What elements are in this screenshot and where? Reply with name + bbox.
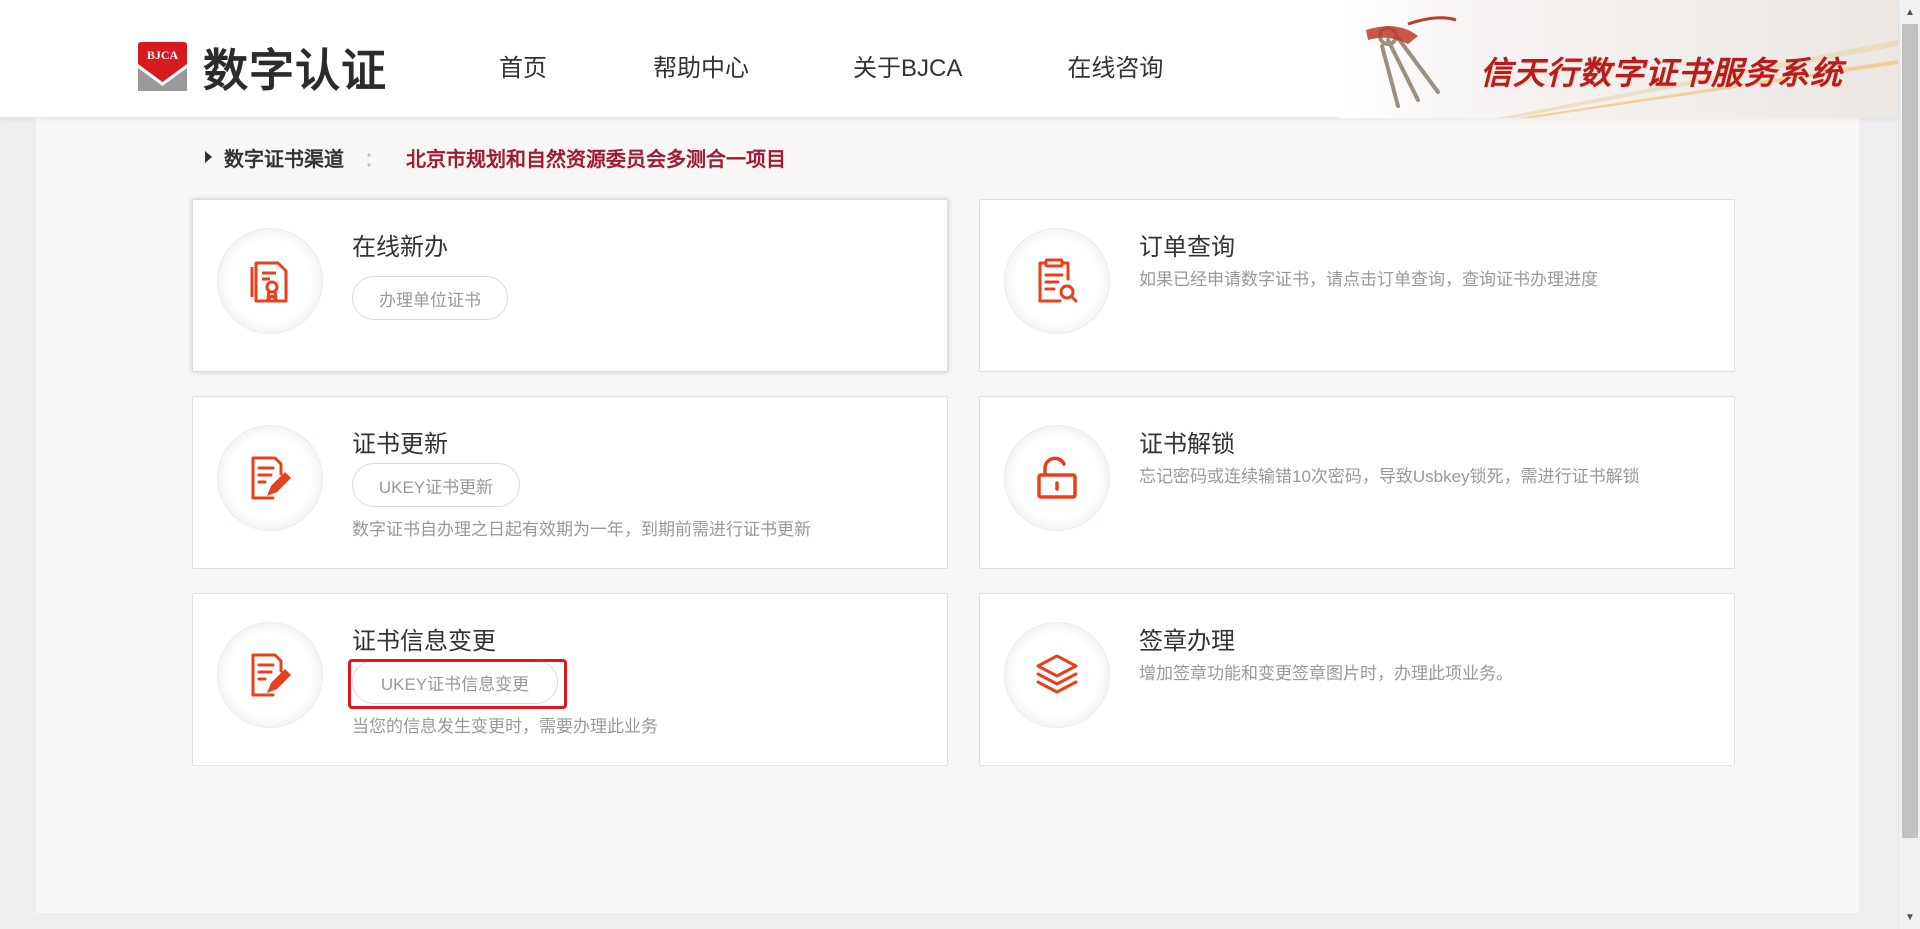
channel-label: 数字证书渠道 — [224, 148, 344, 171]
banner-title: 信天行数字证书服务系统 — [1480, 55, 1844, 91]
card-seal-handling[interactable]: 签章办理 增加签章功能和变更签章图片时，办理此项业务。 — [979, 593, 1735, 766]
card-title: 证书信息变更 — [352, 628, 496, 655]
card-title: 证书解锁 — [1139, 431, 1235, 458]
caret-right-icon — [205, 151, 212, 163]
card-online-new[interactable]: 在线新办 办理单位证书 — [192, 199, 948, 372]
channel-separator: ： — [364, 148, 384, 171]
ukey-renewal-button[interactable]: UKEY证书更新 — [352, 463, 520, 507]
header-banner: 信天行数字证书服务系统 — [1338, 0, 1898, 118]
edit-document-icon — [217, 425, 323, 531]
certificate-doc-icon — [217, 228, 323, 334]
card-title: 证书更新 — [352, 431, 448, 458]
certificate-channel: 数字证书渠道 ： 北京市规划和自然资源委员会多测合一项目 — [205, 146, 786, 171]
logo-text: 数字认证 — [203, 43, 388, 97]
layers-icon — [1004, 622, 1110, 728]
bjca-logo-badge: BJCA — [138, 41, 187, 91]
card-desc: 当您的信息发生变更时，需要办理此业务 — [352, 717, 658, 736]
card-desc: 增加签章功能和变更签章图片时，办理此项业务。 — [1139, 664, 1513, 683]
card-title: 订单查询 — [1139, 234, 1235, 261]
unlock-icon — [1004, 425, 1110, 531]
vertical-scrollbar[interactable]: ▲ ▼ — [1898, 0, 1920, 929]
edit-document-icon — [217, 622, 323, 728]
ukey-info-change-button[interactable]: UKEY证书信息变更 — [352, 660, 558, 704]
site-header: BJCA 数字认证 首页 帮助中心 关于BJCA 在线咨询 信天行数字证书服务系… — [0, 0, 1898, 118]
card-certificate-unlock[interactable]: 证书解锁 忘记密码或连续输错10次密码，导致Usbkey锁死，需进行证书解锁 — [979, 396, 1735, 569]
scroll-down-arrow-icon[interactable]: ▼ — [1899, 907, 1920, 927]
channel-value: 北京市规划和自然资源委员会多测合一项目 — [406, 148, 786, 171]
svg-text:BJCA: BJCA — [147, 48, 179, 62]
card-desc: 如果已经申请数字证书，请点击订单查询，查询证书办理进度 — [1139, 270, 1598, 289]
scrollbar-thumb[interactable] — [1902, 24, 1918, 838]
card-title: 签章办理 — [1139, 628, 1235, 655]
card-order-query[interactable]: 订单查询 如果已经申请数字证书，请点击订单查询，查询证书办理进度 — [979, 199, 1735, 372]
card-desc: 数字证书自办理之日起有效期为一年，到期前需进行证书更新 — [352, 520, 811, 539]
card-certificate-renewal[interactable]: 证书更新 UKEY证书更新 数字证书自办理之日起有效期为一年，到期前需进行证书更… — [192, 396, 948, 569]
scroll-up-arrow-icon[interactable]: ▲ — [1899, 2, 1920, 22]
logo[interactable]: BJCA 数字认证 — [138, 40, 387, 97]
nav-about-bjca[interactable]: 关于BJCA — [853, 48, 962, 83]
main-nav: 首页 帮助中心 关于BJCA 在线咨询 — [470, 48, 1163, 82]
card-certificate-info-change[interactable]: 证书信息变更 UKEY证书信息变更 当您的信息发生变更时，需要办理此业务 — [192, 593, 948, 766]
nav-home[interactable]: 首页 — [499, 48, 547, 83]
nav-help-center[interactable]: 帮助中心 — [653, 48, 749, 83]
card-desc: 忘记密码或连续输错10次密码，导致Usbkey锁死，需进行证书解锁 — [1139, 467, 1640, 486]
card-title: 在线新办 — [352, 234, 448, 261]
nav-online-consult[interactable]: 在线咨询 — [1067, 48, 1163, 83]
apply-unit-certificate-button[interactable]: 办理单位证书 — [352, 276, 508, 320]
order-search-icon — [1004, 228, 1110, 334]
